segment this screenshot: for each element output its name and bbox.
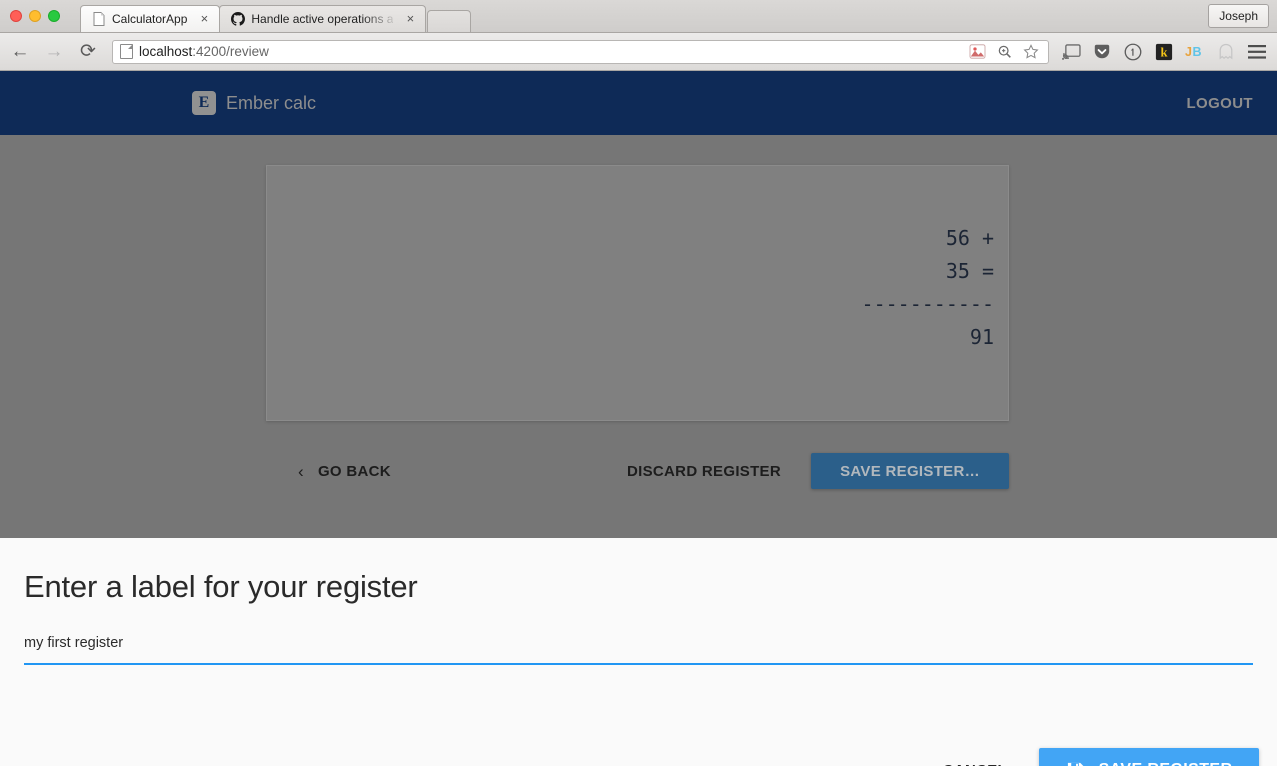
forward-icon[interactable]: → <box>44 42 64 62</box>
tab-list: CalculatorApp × Handle active operations… <box>80 5 472 32</box>
page-icon <box>91 11 107 27</box>
back-icon[interactable]: ← <box>10 42 30 62</box>
register-label-input[interactable] <box>24 629 1253 657</box>
page-body-dimmed: 56 + 35 = ----------- 91 ‹ GO BACK DISCA… <box>0 135 1277 538</box>
minimize-window-button[interactable] <box>29 10 41 22</box>
cancel-button[interactable]: CANCEL <box>929 752 1021 766</box>
calculator-line: 56 + <box>945 226 994 250</box>
calculator-review-card: 56 + 35 = ----------- 91 <box>266 165 1009 421</box>
menu-icon[interactable] <box>1247 42 1267 62</box>
extension-icons: k JB <box>1061 42 1267 62</box>
close-icon[interactable]: × <box>403 12 417 26</box>
tab-title: Handle active operations a <box>251 12 394 26</box>
maximize-window-button[interactable] <box>48 10 60 22</box>
url-host: localhost <box>139 44 193 59</box>
brand[interactable]: E Ember calc <box>192 91 316 115</box>
discard-register-button[interactable]: DISCARD REGISTER <box>627 463 781 480</box>
calculator-separator: ----------- <box>861 292 994 316</box>
close-window-button[interactable] <box>10 10 22 22</box>
ghostery-icon[interactable] <box>1216 42 1236 62</box>
navigation-buttons: ← → ⟳ <box>10 42 98 62</box>
new-tab-button[interactable] <box>427 10 472 32</box>
input-focus-underline <box>24 663 1253 665</box>
app-header: E Ember calc LOGOUT <box>0 71 1277 135</box>
go-back-label: GO BACK <box>317 462 391 480</box>
dialog-action-bar: CANCEL SAVE REGISTER <box>0 748 1277 766</box>
application-viewport: E Ember calc LOGOUT 56 + 35 = ----------… <box>0 71 1277 766</box>
reload-icon[interactable]: ⟳ <box>78 42 98 62</box>
window-traffic-lights <box>10 10 60 22</box>
calculator-line: 35 = <box>945 259 994 283</box>
register-label-field <box>24 629 1253 665</box>
pocket-icon[interactable] <box>1092 42 1112 62</box>
save-register-ellipsis-label: SAVE REGISTER… <box>840 462 980 480</box>
magnifier-icon[interactable] <box>994 42 1014 62</box>
dialog-title: Enter a label for your register <box>24 569 418 604</box>
browser-profile-button[interactable]: Joseph <box>1208 4 1269 28</box>
save-register-button[interactable]: SAVE REGISTER <box>1039 748 1259 766</box>
image-search-icon[interactable] <box>967 42 987 62</box>
ember-logo-icon: E <box>192 91 216 115</box>
save-register-label: SAVE REGISTER <box>1099 761 1233 766</box>
brand-name: Ember calc <box>226 92 317 113</box>
calculator-result: 91 <box>969 325 994 349</box>
browser-tab-github[interactable]: Handle active operations a × <box>219 5 427 32</box>
url-text: localhost:4200/review <box>139 44 269 59</box>
jetbrains-icon[interactable]: JB <box>1185 42 1205 62</box>
omnibox-icons <box>967 42 1044 62</box>
browser-tab-calculatorapp[interactable]: CalculatorApp × <box>80 5 221 32</box>
tab-title: CalculatorApp <box>112 12 188 26</box>
profile-name: Joseph <box>1219 9 1258 23</box>
logout-button[interactable]: LOGOUT <box>1186 95 1253 112</box>
save-floppy-icon <box>1066 761 1085 766</box>
svg-text:B: B <box>1193 45 1202 59</box>
close-icon[interactable]: × <box>197 12 211 26</box>
k-extension-icon[interactable]: k <box>1154 42 1174 62</box>
browser-chrome: CalculatorApp × Handle active operations… <box>0 0 1277 71</box>
calculator-operation-list: 56 + 35 = ----------- 91 <box>862 222 994 354</box>
github-icon <box>230 11 246 27</box>
go-back-button[interactable]: ‹ GO BACK <box>298 463 391 480</box>
page-security-icon <box>120 44 133 59</box>
discard-register-label: DISCARD REGISTER <box>627 462 781 480</box>
onepassword-icon[interactable] <box>1123 42 1143 62</box>
chevron-left-icon: ‹ <box>298 461 304 481</box>
browser-tabstrip: CalculatorApp × Handle active operations… <box>0 0 1277 33</box>
cast-icon[interactable] <box>1061 42 1081 62</box>
star-icon[interactable] <box>1021 42 1041 62</box>
address-bar[interactable]: localhost:4200/review <box>112 39 1049 64</box>
svg-text:J: J <box>1185 45 1192 59</box>
review-action-bar: ‹ GO BACK DISCARD REGISTER SAVE REGISTER… <box>0 453 1277 489</box>
save-register-ellipsis-button[interactable]: SAVE REGISTER… <box>811 453 1009 489</box>
svg-text:k: k <box>1160 45 1167 59</box>
save-register-dialog: Enter a label for your register CANCEL S… <box>0 538 1277 766</box>
url-path: :4200/review <box>192 44 269 59</box>
browser-toolbar: ← → ⟳ localhost:4200/review k J B <box>0 33 1277 71</box>
